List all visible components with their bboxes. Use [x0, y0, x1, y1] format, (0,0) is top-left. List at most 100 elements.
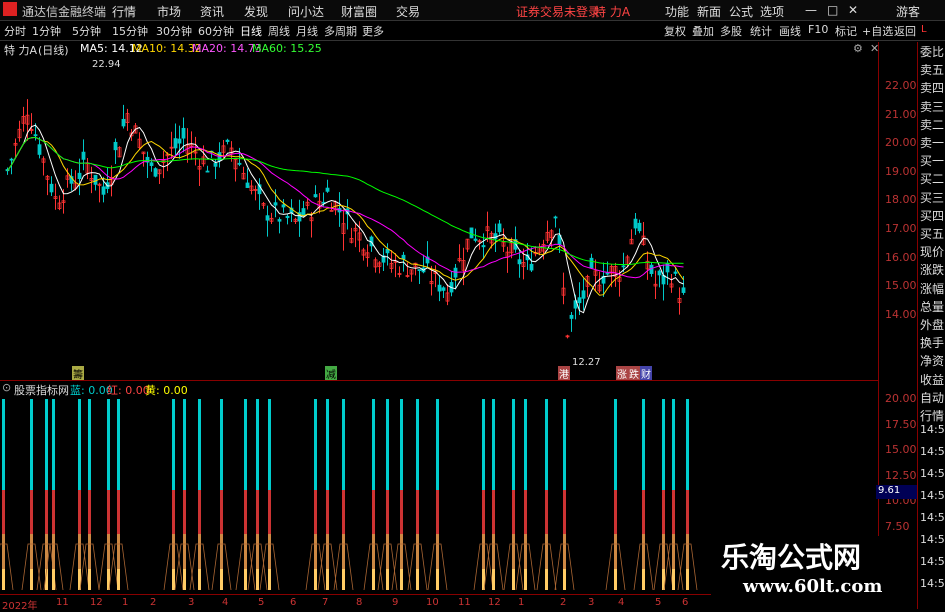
candle — [605, 272, 610, 275]
indicator-bar — [326, 399, 329, 490]
period-weekly[interactable]: 周线 — [268, 23, 290, 39]
indicator-bar — [198, 534, 201, 569]
indicator-bar — [642, 534, 645, 569]
btn-zixuan[interactable]: +自选 — [862, 23, 893, 39]
menu-caifuquan[interactable]: 财富圈 — [341, 3, 377, 20]
guest-label[interactable]: 游客 — [896, 3, 920, 20]
menu-faxian[interactable]: 发现 — [244, 3, 268, 20]
indicator-bar — [256, 490, 259, 534]
event-marker[interactable]: 港 — [558, 366, 570, 381]
indicator-bar — [45, 490, 48, 534]
btn-diejia[interactable]: 叠加 — [692, 23, 714, 39]
btn-duogu[interactable]: 多股 — [720, 23, 742, 39]
candle — [273, 202, 278, 206]
indicator-bar — [314, 569, 317, 590]
btn-fanhui[interactable]: 返回 — [894, 23, 916, 39]
period-daily[interactable]: 日线 — [240, 23, 262, 39]
menu-jiaoyi[interactable]: 交易 — [396, 3, 420, 20]
candle — [281, 204, 286, 208]
candle — [577, 297, 582, 304]
period-1min[interactable]: 1分钟 — [32, 23, 61, 39]
x-tick: 8 — [356, 597, 363, 608]
candle — [681, 287, 686, 293]
event-marker[interactable]: 跌 — [628, 366, 640, 381]
side-badge: L — [921, 24, 927, 35]
indicator-bar — [256, 399, 259, 490]
period-fenshi[interactable]: 分时 — [4, 23, 26, 39]
indicator-bar — [614, 399, 617, 490]
menu-xuanxiang[interactable]: 选项 — [760, 3, 784, 20]
side-time: 14:5 — [920, 445, 945, 458]
btn-tongji[interactable]: 统计 — [750, 23, 772, 39]
period-30min[interactable]: 30分钟 — [156, 23, 192, 39]
indicator-bar — [52, 534, 55, 569]
event-marker[interactable]: 减 — [325, 366, 337, 381]
side-field: 收益 — [920, 373, 945, 387]
indicator-bar — [400, 399, 403, 490]
menu-gongshi[interactable]: 公式 — [729, 3, 753, 20]
watermark-title: 乐淘公式网 — [721, 541, 862, 574]
indicator-bar — [436, 569, 439, 590]
indicator-bar — [314, 534, 317, 569]
indicator-bar — [117, 399, 120, 490]
indicator-bar — [172, 399, 175, 490]
candle — [325, 187, 330, 192]
side-time: 14:5 — [920, 577, 945, 590]
menu-zixun[interactable]: 资讯 — [200, 3, 224, 20]
candle — [265, 215, 270, 221]
btn-f10[interactable]: F10 — [808, 23, 828, 36]
x-tick: 5 — [655, 597, 662, 608]
indicator-bar — [183, 490, 186, 534]
event-marker[interactable]: 财 — [640, 366, 652, 381]
menu-wenxiaoda[interactable]: 问小达 — [288, 3, 324, 20]
candle — [113, 141, 118, 151]
chart-settings-icon[interactable]: ⚙ — [853, 42, 863, 55]
ma-line — [7, 136, 684, 279]
menu-gongneng[interactable]: 功能 — [665, 3, 689, 20]
indicator-bar — [563, 399, 566, 490]
minimize-icon[interactable]: — — [805, 3, 817, 17]
indicator-bar — [244, 569, 247, 590]
close-icon[interactable]: ✕ — [848, 3, 858, 17]
side-time: 14:5 — [920, 467, 945, 480]
candle — [213, 162, 218, 167]
kline-chart[interactable] — [0, 58, 878, 378]
event-marker[interactable]: 籌 — [72, 366, 84, 381]
side-field: 现价 — [920, 246, 945, 260]
indicator-bar — [492, 534, 495, 569]
indicator-icon[interactable]: ⊙ — [2, 381, 11, 394]
menu-shichang[interactable]: 市场 — [157, 3, 181, 20]
indicator-bar — [314, 490, 317, 534]
indicator-bar — [436, 534, 439, 569]
btn-biaoji[interactable]: 标记 — [835, 23, 857, 39]
indicator-bar — [172, 569, 175, 590]
x-tick: 1 — [122, 597, 129, 608]
btn-huaxian[interactable]: 画线 — [779, 23, 801, 39]
period-60min[interactable]: 60分钟 — [198, 23, 234, 39]
menu-xinmian[interactable]: 新面 — [697, 3, 721, 20]
indicator-bar — [642, 569, 645, 590]
menu-hangqing[interactable]: 行情 — [112, 3, 136, 20]
event-marker[interactable]: 涨 — [616, 366, 628, 381]
side-field: 卖四 — [920, 82, 945, 96]
candle — [301, 208, 306, 217]
period-5min[interactable]: 5分钟 — [72, 23, 101, 39]
indicator-bar — [686, 490, 689, 534]
period-multi[interactable]: 多周期 — [324, 23, 357, 39]
btn-fuquan[interactable]: 复权 — [664, 23, 686, 39]
indicator-bar — [183, 534, 186, 569]
indicator-bar — [386, 569, 389, 590]
maximize-icon[interactable]: □ — [827, 3, 838, 17]
period-more[interactable]: 更多 — [362, 23, 384, 39]
indicator-bar — [400, 569, 403, 590]
x-tick: 11 — [56, 597, 69, 608]
indicator-bar — [545, 534, 548, 569]
indicator-bar — [524, 399, 527, 490]
candle — [121, 118, 126, 127]
indicator-bar — [30, 569, 33, 590]
period-monthly[interactable]: 月线 — [296, 23, 318, 39]
login-status[interactable]: 证券交易未登录 — [516, 3, 600, 20]
indicator-tick: 15.00 — [885, 443, 917, 456]
indicator-bar — [642, 399, 645, 490]
period-15min[interactable]: 15分钟 — [112, 23, 148, 39]
